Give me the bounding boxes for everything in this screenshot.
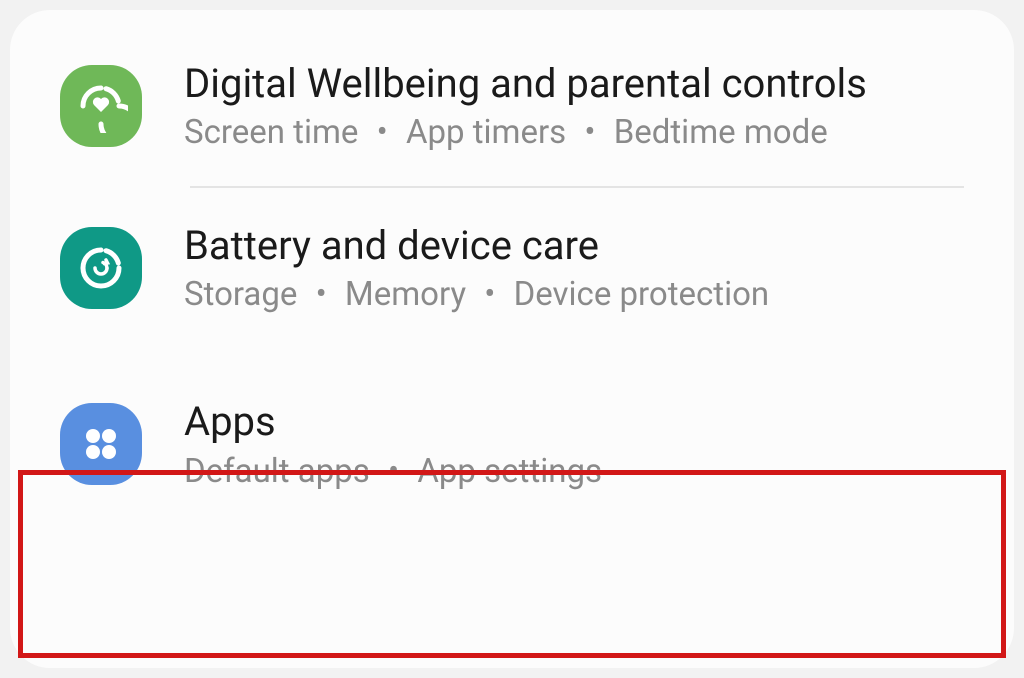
settings-item-subtitle: Storage • Memory • Device protection xyxy=(184,275,769,314)
settings-item-apps[interactable]: Apps Default apps • App settings xyxy=(10,342,1014,518)
divider xyxy=(190,186,964,188)
wellbeing-icon xyxy=(60,65,142,147)
settings-item-subtitle: Screen time • App timers • Bedtime mode xyxy=(184,113,867,152)
settings-item-battery[interactable]: Battery and device care Storage • Memory… xyxy=(10,194,1014,342)
settings-item-title: Apps xyxy=(184,398,602,445)
settings-item-subtitle: Default apps • App settings xyxy=(184,452,602,491)
settings-card: Digital Wellbeing and parental controls … xyxy=(10,10,1014,668)
settings-item-text: Battery and device care Storage • Memory… xyxy=(184,222,769,314)
apps-icon xyxy=(60,403,142,485)
settings-item-wellbeing[interactable]: Digital Wellbeing and parental controls … xyxy=(10,50,1014,180)
battery-care-icon xyxy=(60,227,142,309)
settings-item-title: Battery and device care xyxy=(184,222,769,269)
settings-item-title: Digital Wellbeing and parental controls xyxy=(184,60,867,107)
settings-item-text: Apps Default apps • App settings xyxy=(184,398,602,490)
settings-item-text: Digital Wellbeing and parental controls … xyxy=(184,60,867,152)
